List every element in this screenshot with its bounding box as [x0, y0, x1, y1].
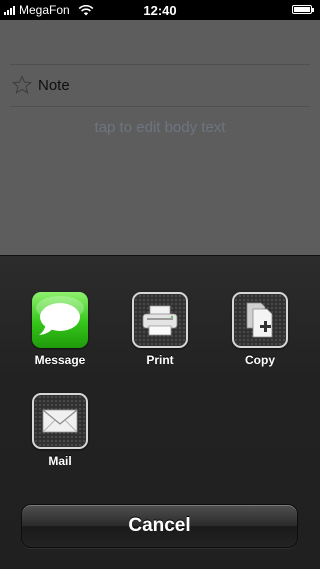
message-bubble-icon: [32, 292, 88, 348]
share-copy-button[interactable]: Copy: [215, 292, 305, 367]
star-outline-icon: [12, 75, 32, 94]
battery-icon: [292, 5, 314, 14]
printer-icon: [132, 292, 188, 348]
status-bar: MegaFon 12:40: [0, 0, 320, 20]
share-item-label: Message: [34, 353, 86, 367]
note-editor: Note tap to edit body text: [0, 20, 320, 255]
share-item-label: Print: [146, 353, 174, 367]
body-placeholder: tap to edit body text: [94, 119, 226, 136]
cancel-button[interactable]: Cancel: [21, 504, 298, 548]
status-time: 12:40: [143, 3, 177, 18]
note-title-row: Note: [12, 75, 70, 95]
note-title: Note: [38, 76, 70, 94]
share-mail-button[interactable]: Mail: [15, 393, 105, 468]
share-print-button[interactable]: Print: [115, 292, 205, 367]
divider: [10, 64, 310, 65]
envelope-icon: [32, 393, 88, 449]
share-item-label: Mail: [48, 454, 72, 468]
share-item-label: Copy: [245, 353, 275, 367]
battery-level: [294, 7, 310, 12]
share-action-sheet: Message Print Copy Mail Cancel: [0, 255, 320, 569]
share-message-button[interactable]: Message: [15, 292, 105, 367]
divider: [10, 106, 310, 107]
copy-document-icon: [232, 292, 288, 348]
